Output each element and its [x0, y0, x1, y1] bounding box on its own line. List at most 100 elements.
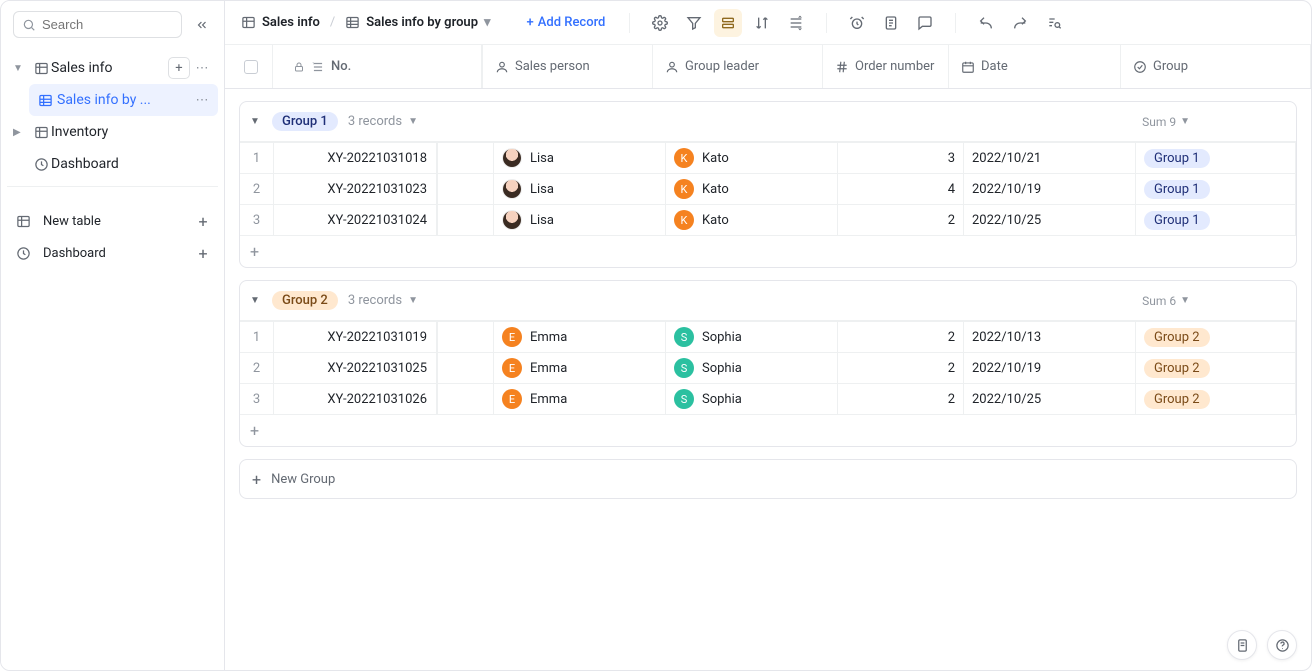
cell-no[interactable]: XY-20221031023 — [274, 174, 438, 204]
cell-order-number[interactable]: 2 — [838, 205, 964, 235]
cell-sales-person[interactable]: EEmma — [494, 322, 666, 352]
cell-sales-person[interactable]: EEmma — [494, 384, 666, 414]
cell-group-leader[interactable]: SSophia — [666, 353, 838, 383]
col-header-group[interactable]: Group — [1121, 45, 1311, 88]
group-record-count[interactable]: 3 records ▼ — [348, 293, 418, 308]
main: Sales info / Sales info by group ▾ + Add… — [225, 1, 1311, 670]
help-fab-icon[interactable] — [1267, 630, 1297, 660]
breadcrumb-view[interactable]: Sales info by group — [366, 15, 478, 30]
cell-order-number[interactable]: 2 — [838, 353, 964, 383]
settings-icon[interactable] — [646, 9, 674, 37]
nav-label: Sales info — [51, 60, 168, 76]
cell-date[interactable]: 2022/10/25 — [964, 384, 1136, 414]
col-header-group-leader[interactable]: Group leader — [653, 45, 823, 88]
find-icon[interactable] — [1040, 9, 1068, 37]
form-icon[interactable] — [877, 9, 905, 37]
group-record-count[interactable]: 3 records ▼ — [348, 114, 418, 129]
chevron-down-icon[interactable]: ▼ — [250, 295, 262, 306]
table-row[interactable]: 2XY-20221031023LisaKKato42022/10/19Group… — [240, 173, 1296, 204]
cell-no[interactable]: XY-20221031026 — [274, 384, 438, 414]
filter-icon[interactable] — [680, 9, 708, 37]
cell-group-leader[interactable]: SSophia — [666, 322, 838, 352]
cell-order-number[interactable]: 3 — [838, 143, 964, 173]
cell-group[interactable]: Group 2 — [1136, 322, 1296, 352]
cell-no[interactable]: XY-20221031025 — [274, 353, 438, 383]
nav-dashboard[interactable]: Dashboard — [7, 148, 218, 180]
cell-no[interactable]: XY-20221031019 — [274, 322, 438, 352]
table-row[interactable]: 1XY-20221031019EEmmaSSophia22022/10/13Gr… — [240, 321, 1296, 352]
more-icon[interactable]: ⋯ — [192, 93, 212, 108]
search-icon — [22, 18, 36, 32]
person-name: Emma — [530, 330, 567, 345]
cell-group[interactable]: Group 1 — [1136, 174, 1296, 204]
cell-sales-person[interactable]: EEmma — [494, 353, 666, 383]
cell-group-leader[interactable]: KKato — [666, 174, 838, 204]
nav-table-sales-info[interactable]: ▼ Sales info + ⋯ — [7, 52, 218, 84]
cell-order-number[interactable]: 4 — [838, 174, 964, 204]
cell-date[interactable]: 2022/10/21 — [964, 143, 1136, 173]
cell-sales-person[interactable]: Lisa — [494, 205, 666, 235]
table-row[interactable]: 3XY-20221031026EEmmaSSophia22022/10/25Gr… — [240, 383, 1296, 414]
cell-group[interactable]: Group 1 — [1136, 205, 1296, 235]
cell-date[interactable]: 2022/10/13 — [964, 322, 1136, 352]
collapse-sidebar-button[interactable] — [190, 13, 214, 37]
col-label: Group leader — [685, 59, 759, 74]
group-header[interactable]: ▼Group 23 records ▼Sum 6 ▼ — [240, 281, 1296, 321]
cell-date[interactable]: 2022/10/19 — [964, 353, 1136, 383]
comment-icon[interactable] — [911, 9, 939, 37]
cell-no[interactable]: XY-20221031018 — [274, 143, 438, 173]
group-icon[interactable] — [714, 9, 742, 37]
table-row[interactable]: 1XY-20221031018LisaKKato32022/10/21Group… — [240, 142, 1296, 173]
add-row-button[interactable]: + — [240, 235, 1296, 267]
breadcrumb-table[interactable]: Sales info — [262, 15, 320, 30]
cell-no[interactable]: XY-20221031024 — [274, 205, 438, 235]
nav-view-sales-info-by-group[interactable]: Sales info by ... ⋯ — [29, 84, 218, 116]
new-table-button[interactable]: New table + — [7, 205, 218, 237]
doc-fab-icon[interactable] — [1227, 630, 1257, 660]
group-sum[interactable]: Sum 6 ▼ — [1142, 294, 1190, 308]
chevron-down-icon[interactable]: ▼ — [250, 116, 262, 127]
grid-wrap[interactable]: 12 No. Sales person Group leader Order n… — [225, 45, 1311, 670]
cell-group-leader[interactable]: KKato — [666, 143, 838, 173]
col-header-date[interactable]: Date — [949, 45, 1121, 88]
avatar: S — [674, 358, 694, 378]
group-sum[interactable]: Sum 9 ▼ — [1142, 115, 1190, 129]
add-record-button[interactable]: + Add Record — [519, 11, 614, 34]
cell-sales-person[interactable]: Lisa — [494, 174, 666, 204]
cell-group[interactable]: Group 2 — [1136, 384, 1296, 414]
caret-down-icon[interactable]: ▾ — [484, 15, 491, 30]
sort-icon[interactable] — [748, 9, 776, 37]
col-header-no[interactable]: 12 No. — [273, 45, 483, 88]
add-view-button[interactable]: + — [168, 57, 190, 79]
group-header[interactable]: ▼ Group 1 3 records ▼ Sum 9 ▼ — [240, 102, 1296, 142]
reminder-icon[interactable] — [843, 9, 871, 37]
cell-group[interactable]: Group 2 — [1136, 353, 1296, 383]
add-row-button[interactable]: + — [240, 414, 1296, 446]
nav-table-inventory[interactable]: ▶ Inventory — [7, 116, 218, 148]
clock-icon — [31, 157, 51, 172]
cell-order-number[interactable]: 2 — [838, 322, 964, 352]
cell-group-leader[interactable]: KKato — [666, 205, 838, 235]
search-input-wrap[interactable] — [13, 11, 182, 38]
cell-order-number[interactable]: 2 — [838, 384, 964, 414]
cell-date[interactable]: 2022/10/25 — [964, 205, 1136, 235]
row-height-icon[interactable] — [782, 9, 810, 37]
row-index: 2 — [240, 353, 274, 383]
cell-group[interactable]: Group 1 — [1136, 143, 1296, 173]
table-row[interactable]: 3XY-20221031024LisaKKato22022/10/25Group… — [240, 204, 1296, 235]
col-header-sales-person[interactable]: Sales person — [483, 45, 653, 88]
more-icon[interactable]: ⋯ — [192, 61, 212, 76]
global-dashboard-button[interactable]: Dashboard + — [7, 237, 218, 269]
cell-date[interactable]: 2022/10/19 — [964, 174, 1136, 204]
group-badge: Group 1 — [272, 112, 338, 131]
redo-icon[interactable] — [1006, 9, 1034, 37]
undo-icon[interactable] — [972, 9, 1000, 37]
cell-group-leader[interactable]: SSophia — [666, 384, 838, 414]
col-header-select-all[interactable] — [225, 45, 273, 88]
new-group-button[interactable]: + New Group — [239, 459, 1297, 499]
cell-sales-person[interactable]: Lisa — [494, 143, 666, 173]
col-header-order-number[interactable]: Order number — [823, 45, 949, 88]
table-row[interactable]: 2XY-20221031025EEmmaSSophia22022/10/19Gr… — [240, 352, 1296, 383]
search-input[interactable] — [42, 17, 173, 32]
group-chip: Group 1 — [1144, 211, 1210, 230]
